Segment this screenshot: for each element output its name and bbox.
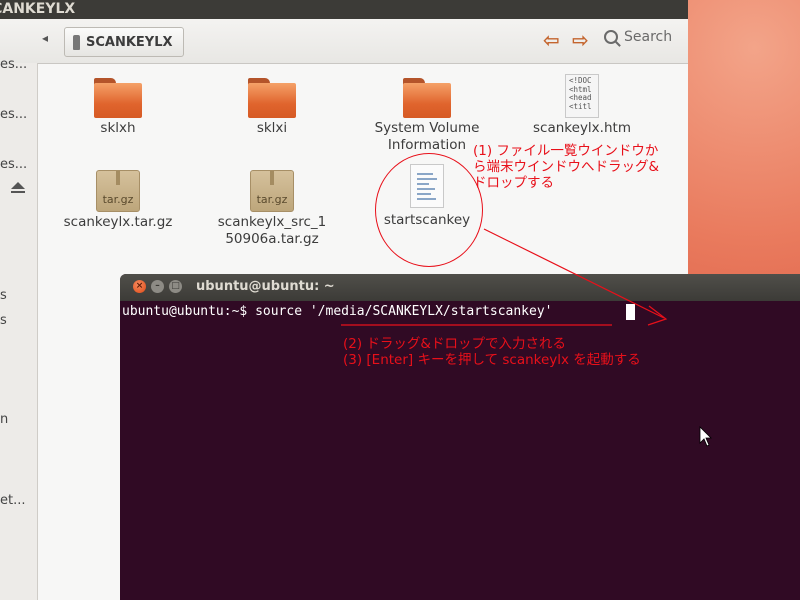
drag-arrow-line [483, 228, 665, 319]
drag-arrow-head [647, 305, 668, 326]
mouse-pointer-icon [699, 426, 712, 447]
annotation-overlay [341, 228, 712, 447]
